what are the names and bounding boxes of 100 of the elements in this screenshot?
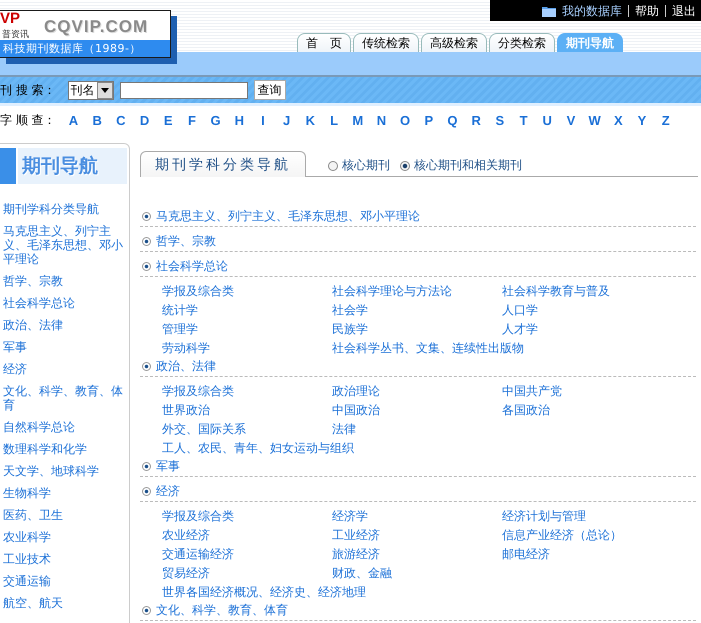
top-link[interactable]: 退出 xyxy=(665,4,696,16)
subcategory-link[interactable]: 法律 xyxy=(332,420,356,439)
category-link[interactable]: 政治、法律 xyxy=(156,358,216,375)
sidebar-title: 期刊导航 xyxy=(0,148,127,184)
letter-link[interactable]: E xyxy=(156,113,180,128)
subcategory-link[interactable]: 信息产业经济（总论） xyxy=(502,526,622,545)
nav-tab[interactable]: 分类检索 xyxy=(489,33,555,52)
nav-tab[interactable]: 首 页 xyxy=(297,33,351,52)
top-link[interactable]: 帮助 xyxy=(628,4,665,16)
letter-link[interactable]: Z xyxy=(654,113,678,128)
filter-radio[interactable]: 核心期刊 xyxy=(328,157,390,176)
category-link[interactable]: 马克思主义、列宁主义、毛泽东思想、邓小平理论 xyxy=(156,208,420,225)
letter-link[interactable]: A xyxy=(62,113,86,128)
subcategory-link[interactable]: 经济计划与管理 xyxy=(502,507,586,526)
subcategory-link[interactable]: 旅游经济 xyxy=(332,545,380,564)
top-link[interactable]: 我的数据库 xyxy=(562,4,628,16)
subcategory-link[interactable]: 外交、国际关系 xyxy=(162,420,246,439)
category-link[interactable]: 文化、科学、教育、体育 xyxy=(156,602,288,619)
letter-link[interactable]: U xyxy=(535,113,560,128)
category-tab[interactable]: 期刊学科分类导航 xyxy=(140,151,306,177)
subcategory-link[interactable]: 人口学 xyxy=(502,301,538,320)
bullet-icon xyxy=(142,237,151,246)
subcategory-link[interactable]: 交通运输经济 xyxy=(162,545,234,564)
subcategory-link[interactable]: 政治理论 xyxy=(332,382,380,401)
sidebar-item[interactable]: 文化、科学、教育、体育 xyxy=(0,384,129,412)
subcategory-link[interactable]: 劳动科学 xyxy=(162,339,210,358)
subcategory-link[interactable]: 工业经济 xyxy=(332,526,380,545)
sidebar-item[interactable]: 社会科学总论 xyxy=(0,296,129,310)
sidebar-item[interactable]: 政治、法律 xyxy=(0,318,129,332)
sidebar-item[interactable]: 哲学、宗教 xyxy=(0,274,129,288)
letter-link[interactable]: F xyxy=(180,113,204,128)
letter-link[interactable]: N xyxy=(370,113,394,128)
letter-link[interactable]: J xyxy=(274,113,299,128)
letter-link[interactable]: C xyxy=(109,113,133,128)
letter-link[interactable]: D xyxy=(132,113,156,128)
subcategory-link[interactable]: 中国共产党 xyxy=(502,382,562,401)
category-link[interactable]: 社会科学总论 xyxy=(156,258,228,275)
subcategory-link[interactable]: 人才学 xyxy=(502,320,538,339)
subcategory-link[interactable]: 各国政治 xyxy=(502,401,550,420)
category-link[interactable]: 哲学、宗教 xyxy=(156,233,216,250)
letter-link[interactable]: K xyxy=(298,113,322,128)
nav-tab[interactable]: 传统检索 xyxy=(353,33,419,52)
letter-link[interactable]: R xyxy=(464,113,488,128)
bullet-icon xyxy=(142,212,151,221)
subcategory-link[interactable]: 贸易经济 xyxy=(162,564,210,583)
letter-link[interactable]: Q xyxy=(440,113,464,128)
sidebar-item[interactable]: 天文学、地球科学 xyxy=(0,464,129,478)
subcategory-link[interactable]: 民族学 xyxy=(332,320,368,339)
sidebar-item[interactable]: 自然科学总论 xyxy=(0,420,129,434)
logo-site: CQVIP.COM xyxy=(44,17,148,37)
subcategory-link[interactable]: 学报及综合类 xyxy=(162,382,234,401)
letter-link[interactable]: L xyxy=(322,113,346,128)
letter-link[interactable]: O xyxy=(393,113,417,128)
subcategory-link[interactable]: 管理学 xyxy=(162,320,198,339)
sidebar-item[interactable]: 医药、卫生 xyxy=(0,508,129,522)
subcategory-link[interactable]: 社会科学教育与普及 xyxy=(502,282,610,301)
letter-link[interactable]: P xyxy=(416,113,441,128)
search-field[interactable] xyxy=(120,82,248,98)
letter-link[interactable]: B xyxy=(85,113,110,128)
letter-link[interactable]: Y xyxy=(630,113,654,128)
sidebar-item[interactable]: 生物科学 xyxy=(0,486,129,500)
bullet-icon xyxy=(142,487,151,496)
nav-tab[interactable]: 高级检索 xyxy=(421,33,487,52)
letter-link[interactable]: M xyxy=(346,113,370,128)
letter-link[interactable]: T xyxy=(512,113,536,128)
subcategory-link[interactable]: 邮电经济 xyxy=(502,545,550,564)
subcategory-link[interactable]: 社会学 xyxy=(332,301,368,320)
subcategory-link[interactable]: 统计学 xyxy=(162,301,198,320)
sidebar-item[interactable]: 航空、航天 xyxy=(0,596,129,610)
search-button[interactable]: 查询 xyxy=(254,80,286,100)
sidebar-item[interactable]: 农业科学 xyxy=(0,530,129,544)
letter-link[interactable]: V xyxy=(559,113,583,128)
filter-radio[interactable]: 核心期刊和相关期刊 xyxy=(400,157,522,176)
subcategory-link[interactable]: 学报及综合类 xyxy=(162,282,234,301)
letter-link[interactable]: S xyxy=(488,113,512,128)
sidebar-item[interactable]: 经济 xyxy=(0,362,129,376)
subcategory-link[interactable]: 经济学 xyxy=(332,507,368,526)
subcategory-link[interactable]: 世界各国经济概况、经济史、经济地理 xyxy=(162,583,366,602)
sidebar-item[interactable]: 期刊学科分类导航 xyxy=(0,202,129,216)
subcategory-link[interactable]: 农业经济 xyxy=(162,526,210,545)
sidebar-item[interactable]: 数理科学和化学 xyxy=(0,442,129,456)
letter-link[interactable]: X xyxy=(606,113,630,128)
subcategory-link[interactable]: 世界政治 xyxy=(162,401,210,420)
letter-link[interactable]: W xyxy=(582,113,606,128)
category-link[interactable]: 经济 xyxy=(156,483,180,500)
subcategory-link[interactable]: 学报及综合类 xyxy=(162,507,234,526)
subcategory-link[interactable]: 财政、金融 xyxy=(332,564,392,583)
sidebar-item[interactable]: 工业技术 xyxy=(0,552,129,566)
subcategory-link[interactable]: 社会科学理论与方法论 xyxy=(332,282,452,301)
field-select[interactable]: 刊名 xyxy=(68,80,114,100)
sidebar-item[interactable]: 军事 xyxy=(0,340,129,354)
sidebar-item[interactable]: 交通运输 xyxy=(0,574,129,588)
letter-link[interactable]: I xyxy=(251,113,275,128)
subcategory-link[interactable]: 工人、农民、青年、妇女运动与组织 xyxy=(162,439,354,458)
subcategory-link[interactable]: 社会科学丛书、文集、连续性出版物 xyxy=(332,339,524,358)
sidebar-item[interactable]: 马克思主义、列宁主义、毛泽东思想、邓小平理论 xyxy=(0,224,129,266)
category-link[interactable]: 军事 xyxy=(156,458,180,475)
letter-link[interactable]: G xyxy=(204,113,228,128)
letter-link[interactable]: H xyxy=(227,113,252,128)
subcategory-link[interactable]: 中国政治 xyxy=(332,401,380,420)
